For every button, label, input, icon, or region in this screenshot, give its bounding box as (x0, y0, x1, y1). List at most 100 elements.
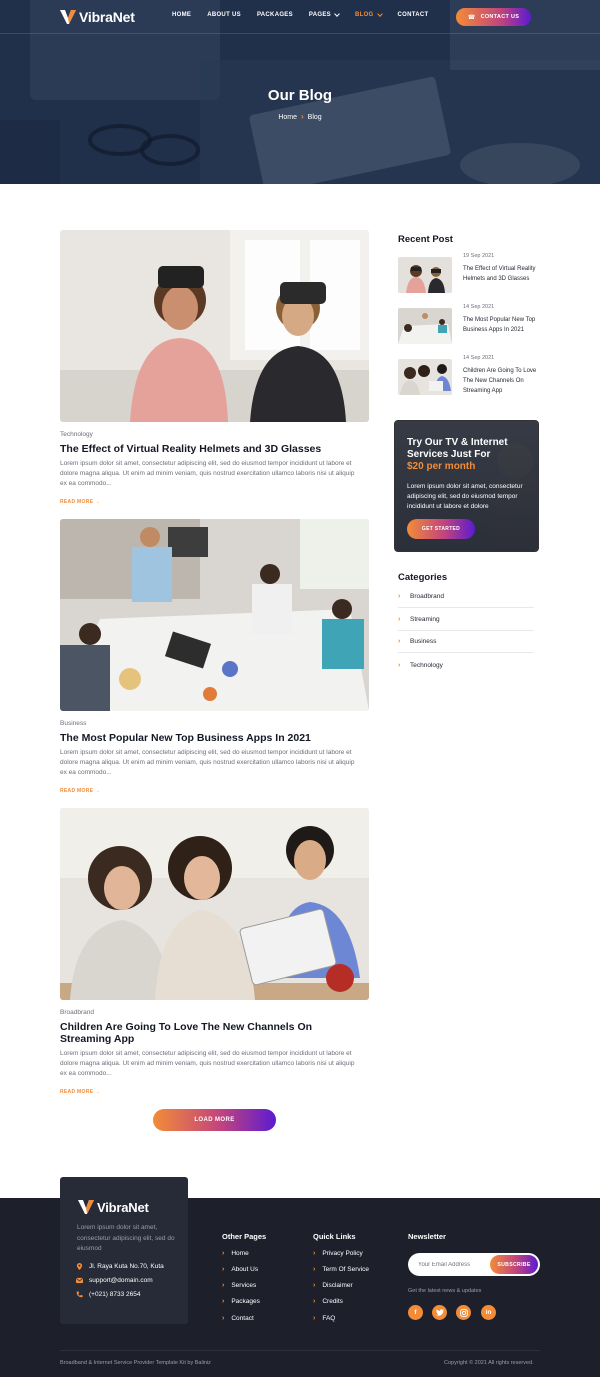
map-pin-icon (76, 1263, 83, 1270)
page-title: Our Blog (267, 87, 333, 104)
post-title[interactable]: Children Are Going To Love The New Chann… (60, 1021, 360, 1045)
category-label: Technology (410, 661, 443, 669)
recent-post-item[interactable]: 19 Sep 2021 The Effect of Virtual Realit… (398, 253, 538, 293)
breadcrumb-home[interactable]: Home (278, 114, 297, 121)
blog-post-card (60, 230, 369, 422)
linkedin-icon[interactable]: in (481, 1305, 496, 1320)
footer-copyright: Copyright © 2021 All rights reserved. (444, 1360, 534, 1366)
category-item-technology[interactable]: › Technology (398, 654, 534, 676)
recent-post-title[interactable]: The Effect of Virtual Reality Helmets an… (463, 264, 541, 284)
contact-us-button[interactable]: ☎ CONTACT US (456, 8, 531, 26)
breadcrumb-current: Blog (307, 114, 322, 121)
footer-link-contact[interactable]: › Contact (222, 1315, 254, 1322)
nav-item-blog[interactable]: BLOG (354, 11, 383, 18)
nav-item-label: BLOG (354, 12, 374, 18)
nav-item-about-us[interactable]: ABOUT US (207, 12, 241, 18)
newsletter-email-input[interactable] (418, 1253, 494, 1276)
twitter-bird-glyph (435, 1309, 444, 1316)
footer-link-label: Term Of Service (322, 1266, 369, 1273)
recent-post-thumbnail (398, 308, 452, 344)
footer-about-card: VibraNet Lorem ipsum dolor sit amet, con… (60, 1177, 188, 1324)
post-category[interactable]: Broadbrand (60, 1009, 94, 1016)
recent-post-thumbnail (398, 257, 452, 293)
get-started-button[interactable]: GET STARTED (407, 519, 475, 539)
footer-link-label: Credits (322, 1298, 343, 1305)
post-image-vr[interactable] (60, 230, 369, 422)
read-more-link[interactable]: READ MORE → (60, 1089, 100, 1095)
facebook-icon[interactable]: f (408, 1305, 423, 1320)
load-more-button[interactable]: LOAD MORE (153, 1109, 276, 1131)
footer-link-privacy-policy[interactable]: › Privacy Policy (313, 1250, 363, 1257)
chevron-right-icon: › (313, 1298, 316, 1305)
post-image-illustration (60, 230, 369, 422)
footer-link-about-us[interactable]: › About Us (222, 1266, 258, 1273)
logo-text: VibraNet (97, 1199, 149, 1215)
post-category[interactable]: Business (60, 720, 86, 727)
nav-menu: HOME ABOUT US PACKAGES PAGES BLOG CONTAC… (172, 11, 445, 18)
post-title[interactable]: The Most Popular New Top Business Apps I… (60, 732, 360, 744)
category-item-streaming[interactable]: › Streaming (398, 609, 534, 631)
page-hero: VibraNet HOME ABOUT US PACKAGES PAGES BL… (0, 0, 600, 184)
chevron-right-icon: › (313, 1250, 316, 1257)
recent-post-date: 14 Sep 2021 (463, 355, 495, 361)
read-more-link[interactable]: READ MORE → (60, 499, 100, 505)
chevron-down-icon (376, 11, 383, 17)
nav-item-label: ABOUT US (207, 12, 241, 18)
post-excerpt: Lorem ipsum dolor sit amet, consectetur … (60, 749, 355, 776)
post-image-business[interactable] (60, 519, 369, 711)
category-label: Business (410, 638, 437, 645)
instagram-glyph (459, 1308, 468, 1317)
logo-text: VibraNet (79, 9, 135, 25)
chevron-right-icon: › (301, 112, 304, 121)
footer-link-packages[interactable]: › Packages (222, 1298, 260, 1305)
nav-item-home[interactable]: HOME (172, 12, 191, 18)
post-excerpt: Lorem ipsum dolor sit amet, consectetur … (60, 460, 355, 487)
chevron-right-icon: › (313, 1282, 316, 1289)
footer-link-label: Contact (231, 1315, 254, 1322)
nav-item-label: PAGES (308, 12, 331, 18)
footer-email[interactable]: support@domain.com (76, 1277, 153, 1284)
footer-logo[interactable]: VibraNet (78, 1199, 149, 1215)
instagram-icon[interactable] (456, 1305, 471, 1320)
recent-post-item[interactable]: 14 Sep 2021 Children Are Going To Love T… (398, 355, 538, 395)
nav-item-packages[interactable]: PACKAGES (257, 12, 293, 18)
footer-link-label: Disclaimer (322, 1282, 353, 1289)
footer-link-faq[interactable]: › FAQ (313, 1315, 335, 1322)
footer-link-credits[interactable]: › Credits (313, 1298, 343, 1305)
nav-item-pages[interactable]: PAGES (308, 11, 340, 18)
category-label: Streaming (410, 616, 440, 623)
footer-link-services[interactable]: › Services (222, 1282, 256, 1289)
promo-card: Try Our TV & Internet Services Just For … (394, 420, 539, 552)
site-logo[interactable]: VibraNet (60, 8, 135, 26)
recent-post-title[interactable]: The Most Popular New Top Business Apps I… (463, 315, 541, 335)
footer-link-disclaimer[interactable]: › Disclaimer (313, 1282, 353, 1289)
footer-phone[interactable]: (+021) 8733 2654 (76, 1291, 141, 1298)
recent-post-item[interactable]: 14 Sep 2021 The Most Popular New Top Bus… (398, 304, 538, 344)
footer-address: Jl. Raya Kuta No.70, Kuta (76, 1263, 164, 1270)
twitter-icon[interactable] (432, 1305, 447, 1320)
category-item-business[interactable]: › Business (398, 631, 534, 653)
read-more-label: READ MORE (60, 1089, 94, 1095)
phone-icon: ☎ (467, 14, 476, 21)
nav-item-label: HOME (172, 12, 192, 18)
read-more-link[interactable]: READ MORE → (60, 788, 100, 794)
recent-post-thumbnail (398, 359, 452, 395)
footer-link-label: FAQ (322, 1315, 336, 1322)
read-more-label: READ MORE (60, 788, 94, 794)
subscribe-button[interactable]: SUBSCRIBE (490, 1255, 538, 1274)
post-image-children[interactable] (60, 808, 369, 1000)
footer-link-home[interactable]: › Home (222, 1250, 249, 1257)
footer-link-label: Home (231, 1250, 249, 1257)
footer-link-term-of-service[interactable]: › Term Of Service (313, 1266, 369, 1273)
chevron-right-icon: › (313, 1266, 316, 1273)
blog-post-card (60, 519, 369, 711)
category-item-broadbrand[interactable]: › Broadbrand (398, 586, 534, 608)
footer-link-label: Packages (231, 1298, 260, 1305)
post-category[interactable]: Technology (60, 431, 93, 438)
nav-item-contact[interactable]: CONTACT (398, 12, 429, 18)
recent-post-title[interactable]: Children Are Going To Love The New Chann… (463, 366, 541, 396)
read-more-label: READ MORE (60, 499, 94, 505)
post-title[interactable]: The Effect of Virtual Reality Helmets an… (60, 443, 360, 455)
footer-address-text: Jl. Raya Kuta No.70, Kuta (89, 1263, 164, 1270)
newsletter-heading: Newsletter (408, 1232, 446, 1241)
